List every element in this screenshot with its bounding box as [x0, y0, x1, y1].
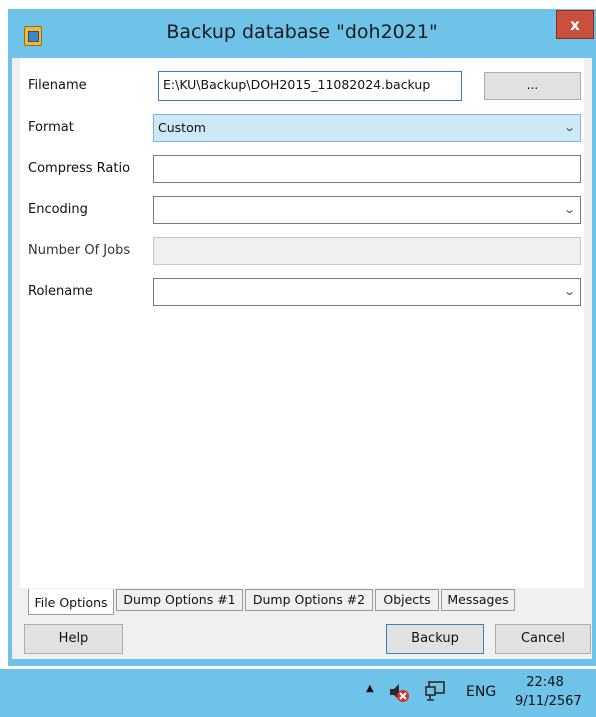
clock-date: 9/11/2567 — [515, 694, 582, 709]
tab-file-options[interactable]: File Options — [28, 589, 114, 615]
filename-input[interactable]: E:\KU\Backup\DOH2015_11082024.backup — [158, 71, 462, 101]
backup-dialog: Backup database "doh2021" x Filename E:\… — [8, 9, 596, 666]
chevron-down-icon: ⌄ — [562, 121, 576, 134]
rolename-select[interactable]: ⌄ — [153, 278, 581, 306]
number-of-jobs-input — [153, 237, 581, 265]
compress-ratio-input[interactable] — [153, 155, 581, 183]
close-button[interactable]: x — [556, 10, 594, 39]
number-of-jobs-label: Number Of Jobs — [28, 243, 131, 258]
chevron-down-icon: ⌄ — [562, 285, 576, 298]
tab-objects[interactable]: Objects — [375, 589, 439, 611]
chevron-down-icon: ⌄ — [562, 203, 576, 216]
compress-ratio-label: Compress Ratio — [28, 161, 131, 176]
dialog-body: Filename E:\KU\Backup\DOH2015_11082024.b… — [12, 58, 592, 659]
taskbar: ▲ ENG 22:48 9/11/2567 — [0, 669, 596, 717]
file-options-panel: Filename E:\KU\Backup\DOH2015_11082024.b… — [20, 58, 584, 588]
format-label: Format — [28, 120, 74, 135]
browse-button[interactable]: ... — [484, 72, 581, 100]
window-title: Backup database "doh2021" — [166, 21, 438, 43]
language-indicator[interactable]: ENG — [466, 684, 496, 700]
backup-button[interactable]: Backup — [386, 624, 484, 654]
title-bar[interactable]: Backup database "doh2021" x — [8, 9, 596, 58]
rolename-label: Rolename — [28, 284, 93, 299]
speaker-muted-icon[interactable] — [388, 681, 410, 703]
tab-messages[interactable]: Messages — [441, 589, 515, 611]
format-select[interactable]: Custom ⌄ — [153, 114, 581, 142]
cancel-button[interactable]: Cancel — [495, 624, 591, 654]
system-clock[interactable]: 22:48 9/11/2567 — [515, 673, 582, 711]
network-icon[interactable] — [424, 679, 448, 703]
chevron-up-icon[interactable]: ▲ — [366, 683, 374, 694]
help-button[interactable]: Help — [24, 624, 123, 654]
clock-time: 22:48 — [526, 675, 564, 690]
filename-label: Filename — [28, 78, 87, 93]
tab-dump-options-2[interactable]: Dump Options #2 — [245, 589, 373, 611]
format-value: Custom — [158, 120, 206, 135]
encoding-label: Encoding — [28, 202, 88, 217]
encoding-select[interactable]: ⌄ — [153, 196, 581, 224]
tab-dump-options-1[interactable]: Dump Options #1 — [116, 589, 243, 611]
